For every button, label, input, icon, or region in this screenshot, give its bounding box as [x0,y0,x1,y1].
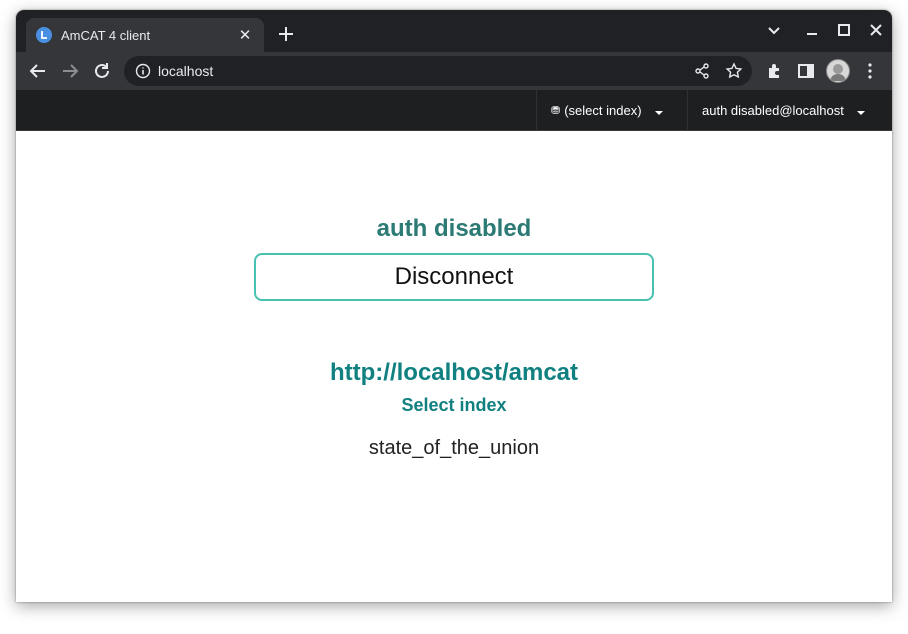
chevron-down-icon [654,106,664,116]
amcat-favicon-icon [36,27,52,43]
browser-tab[interactable]: AmCAT 4 client ✕ [26,18,264,52]
user-menu-dropdown[interactable]: auth disabled@localhost [687,90,892,131]
tab-strip: AmCAT 4 client ✕ [16,10,892,52]
index-selector-label: (select index) [564,103,642,118]
maximize-icon[interactable] [834,20,854,40]
profile-avatar[interactable] [826,59,850,83]
tab-search-icon[interactable] [764,20,784,40]
disconnect-button[interactable]: Disconnect [254,253,654,301]
back-icon[interactable] [26,59,50,83]
new-tab-icon[interactable] [274,22,298,46]
app-navbar: ⛃ (select index) auth disabled@localhost [16,90,892,131]
server-url-heading: http://localhost/amcat [329,359,579,386]
user-menu-label: auth disabled@localhost [702,103,844,118]
url-text[interactable]: localhost [158,63,213,79]
select-index-heading: Select index [401,395,507,415]
extensions-puzzle-icon[interactable] [762,59,786,83]
bookmark-star-icon[interactable] [724,61,744,81]
reload-icon[interactable] [90,59,114,83]
tab-title: AmCAT 4 client [61,27,151,43]
index-selector-dropdown[interactable]: ⛃ (select index) [536,90,688,131]
browser-menu-icon[interactable] [858,59,882,83]
chevron-down-icon [856,106,866,116]
auth-status-heading: auth disabled [376,215,532,242]
minimize-icon[interactable] [802,20,822,40]
database-icon: ⛃ [551,105,561,117]
forward-icon[interactable] [58,59,82,83]
address-bar[interactable]: localhost [124,56,752,86]
browser-window: AmCAT 4 client ✕ localhost ⛃ (select ind… [16,10,892,602]
main-content: auth disabled Disconnect http://localhos… [16,131,892,602]
browser-toolbar: localhost [16,52,892,90]
side-panel-icon[interactable] [794,59,818,83]
index-list-item[interactable]: state_of_the_union [346,437,562,460]
share-icon[interactable] [692,61,712,81]
tab-close-icon[interactable]: ✕ [236,26,254,44]
close-window-icon[interactable] [866,20,886,40]
site-info-icon[interactable] [134,62,152,80]
